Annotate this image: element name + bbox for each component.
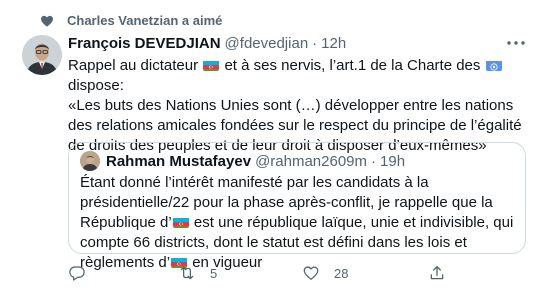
tweet-text: Rappel au dictateur et à ses nervis, l’a…	[68, 56, 530, 156]
tweet-actions: 5 28	[60, 262, 460, 284]
quoted-tweet-time[interactable]: 19h	[380, 153, 405, 170]
united-nations-flag-icon	[485, 59, 502, 71]
quoted-tweet-header: Rahman Mustafayev @rahman2609m · 19h	[106, 151, 405, 171]
more-options-icon[interactable]	[504, 33, 528, 53]
quoted-author-name[interactable]: Rahman Mustafayev	[106, 153, 251, 170]
tweet-text-part: et à ses nervis, l’art.1 de la Charte de…	[224, 57, 481, 74]
separator-dot: ·	[312, 35, 318, 52]
azerbaijan-flag-icon	[172, 216, 189, 228]
tweet-text-part: dispose:	[68, 77, 124, 94]
author-avatar[interactable]	[22, 35, 62, 75]
heart-icon	[41, 15, 53, 27]
tweet-time[interactable]: 12h	[321, 35, 346, 52]
like-count: 28	[334, 265, 349, 281]
quoted-author-avatar[interactable]	[80, 151, 100, 171]
share-button[interactable]	[428, 262, 446, 284]
quoted-tweet[interactable]: Rahman Mustafayev @rahman2609m · 19h Éta…	[68, 142, 526, 271]
tweet-text-part: Rappel au dictateur	[68, 57, 199, 74]
tweet-header: François DEVEDJIAN @fdevedjian · 12h	[68, 35, 346, 55]
tweet[interactable]: Charles Vanetzian a aimé François DEVEDJ…	[0, 0, 540, 294]
quoted-tweet-text: Étant donné l’intérêt manifesté par les …	[80, 173, 516, 273]
retweet-button[interactable]: 5	[178, 262, 217, 284]
quoted-author-handle[interactable]: @rahman2609m	[255, 153, 367, 170]
reply-icon	[69, 266, 85, 281]
reply-button[interactable]	[68, 262, 86, 284]
like-button[interactable]: 28	[302, 262, 348, 284]
author-avatar-image	[22, 35, 62, 75]
retweet-icon	[180, 266, 194, 280]
author-handle[interactable]: @fdevedjian	[225, 35, 309, 52]
azerbaijan-flag-icon	[203, 59, 220, 71]
social-context-text[interactable]: Charles Vanetzian a aimé	[67, 13, 222, 28]
like-icon	[303, 266, 319, 280]
share-icon	[430, 265, 444, 280]
author-name[interactable]: François DEVEDJIAN	[68, 35, 221, 52]
separator-dot: ·	[371, 152, 377, 170]
quoted-author-avatar-image	[80, 151, 100, 171]
retweet-count: 5	[210, 265, 218, 281]
